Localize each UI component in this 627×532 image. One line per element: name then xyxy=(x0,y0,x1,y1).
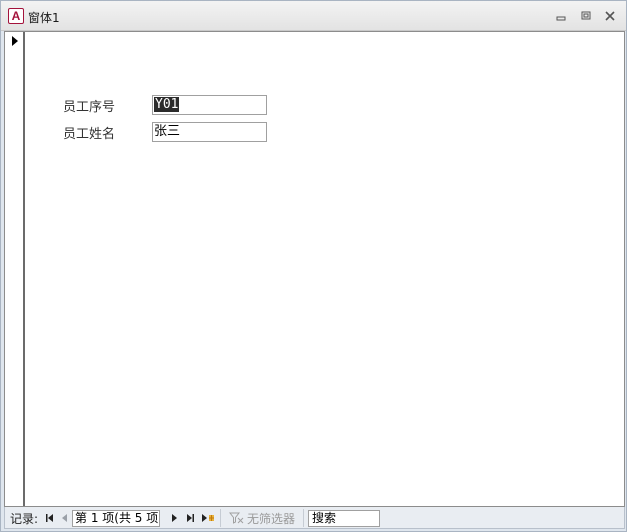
window-title: 窗体1 xyxy=(28,11,60,25)
previous-record-button[interactable] xyxy=(61,510,68,526)
next-record-button[interactable] xyxy=(171,510,178,526)
nav-separator xyxy=(303,509,304,527)
employee-id-value: Y01 xyxy=(154,97,180,112)
current-record-box[interactable]: 第 1 项(共 5 项) xyxy=(72,510,160,527)
new-record-button[interactable] xyxy=(201,510,215,526)
form-window: A 窗体1 员工序号 Y01 员工姓名 张三 记录: 第 1 项(共 5 项) … xyxy=(0,0,627,532)
record-navigation-bar: 记录: 第 1 项(共 5 项) 无筛选器 搜索 xyxy=(4,507,625,529)
search-input[interactable]: 搜索 xyxy=(308,510,380,527)
form-detail-area: 员工序号 Y01 员工姓名 张三 xyxy=(4,31,625,507)
record-selector[interactable] xyxy=(5,32,25,506)
nav-separator xyxy=(220,509,221,527)
current-record-arrow-icon xyxy=(12,36,18,46)
filter-funnel-icon xyxy=(229,512,244,524)
close-icon xyxy=(605,11,615,21)
last-record-button[interactable] xyxy=(186,510,195,526)
filter-indicator[interactable]: 无筛选器 xyxy=(229,510,295,526)
restore-icon xyxy=(581,11,591,20)
access-app-icon: A xyxy=(8,8,24,24)
record-label: 记录: xyxy=(10,511,39,526)
previous-record-icon xyxy=(62,514,67,522)
first-record-icon xyxy=(46,514,53,522)
new-record-icon xyxy=(202,514,214,522)
employee-id-label: 员工序号 xyxy=(63,100,116,115)
last-record-icon xyxy=(187,514,194,522)
minimize-button[interactable] xyxy=(554,9,568,23)
minimize-icon xyxy=(556,16,566,21)
employee-name-field[interactable]: 张三 xyxy=(152,122,267,142)
next-record-icon xyxy=(172,514,177,522)
employee-id-field[interactable]: Y01 xyxy=(152,95,267,115)
filter-label: 无筛选器 xyxy=(247,511,296,526)
first-record-button[interactable] xyxy=(45,510,54,526)
restore-button[interactable] xyxy=(579,9,593,23)
employee-name-label: 员工姓名 xyxy=(63,127,116,142)
title-bar[interactable]: A 窗体1 xyxy=(1,1,626,31)
employee-name-value: 张三 xyxy=(154,124,181,139)
close-button[interactable] xyxy=(603,9,617,23)
